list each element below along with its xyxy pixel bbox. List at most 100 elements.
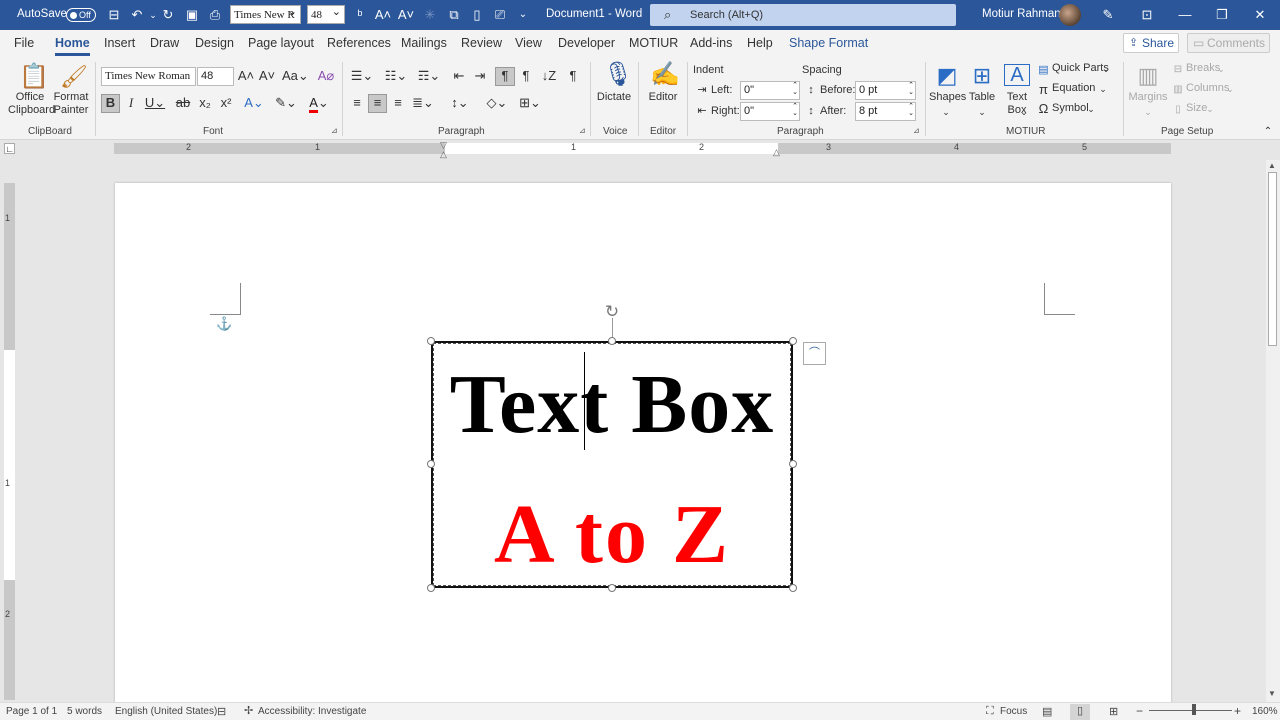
read-mode-icon[interactable]: ▤: [1042, 705, 1052, 718]
comments-button[interactable]: Comments: [1187, 33, 1270, 53]
shapes-dropdown-icon[interactable]: ⌄: [940, 104, 952, 120]
tab-shape-format[interactable]: Shape Format: [789, 36, 868, 50]
tab-view[interactable]: View: [515, 36, 542, 50]
numbering-icon[interactable]: ☷⌄: [382, 68, 410, 84]
resize-handle-right[interactable]: [789, 460, 797, 468]
strikethrough-icon[interactable]: ab: [174, 95, 192, 111]
scroll-down-icon[interactable]: ▼: [1268, 689, 1276, 698]
bullets-icon[interactable]: ☰⌄: [349, 68, 375, 84]
tab-design[interactable]: Design: [195, 36, 234, 50]
resize-handle-bottom-left[interactable]: [427, 584, 435, 592]
tab-add-ins[interactable]: Add-ins: [690, 36, 732, 50]
tab-file[interactable]: File: [14, 36, 34, 50]
quick-parts-dropdown-icon[interactable]: ⌄: [1101, 61, 1111, 77]
underline-icon[interactable]: U⌄: [144, 95, 166, 111]
font-dialog-launcher-icon[interactable]: ⊿: [331, 126, 340, 135]
restore-icon[interactable]: ❐: [1213, 6, 1231, 24]
left-indent-marker[interactable]: △: [440, 149, 447, 160]
decrease-indent-icon[interactable]: ⇤: [451, 68, 467, 84]
rtl-icon[interactable]: ¶: [518, 68, 534, 84]
collapse-ribbon-icon[interactable]: ⌃: [1262, 124, 1274, 140]
share-button[interactable]: Share: [1123, 33, 1179, 53]
tab-insert[interactable]: Insert: [104, 36, 135, 50]
shading-icon[interactable]: ◇⌄: [483, 95, 511, 111]
shrink-font-icon[interactable]: A˅: [397, 6, 415, 24]
zoom-out-icon[interactable]: −: [1136, 704, 1143, 718]
sort-icon[interactable]: ↓Z: [540, 68, 558, 84]
ltr-icon[interactable]: ¶: [495, 67, 515, 86]
justify-icon[interactable]: ≣⌄: [410, 95, 436, 111]
tab-mailings[interactable]: Mailings: [401, 36, 447, 50]
zoom-level[interactable]: 160%: [1252, 706, 1278, 717]
language[interactable]: English (United States): [115, 706, 217, 717]
text-box-line-1[interactable]: Text Box: [431, 355, 793, 455]
clear-formatting-icon[interactable]: A⌀: [317, 68, 335, 84]
qat-font-name[interactable]: Times New R: [230, 2, 301, 24]
tab-help[interactable]: Help: [747, 36, 773, 50]
line-spacing-icon[interactable]: ↕⌄: [446, 95, 474, 111]
web-layout-icon[interactable]: ⊞: [1109, 705, 1118, 718]
focus-button[interactable]: Focus: [1000, 706, 1027, 717]
zoom-in-icon[interactable]: +: [1234, 704, 1241, 718]
user-name[interactable]: Motiur Rahman: [982, 8, 1061, 20]
tab-draw[interactable]: Draw: [150, 36, 179, 50]
multilevel-list-icon[interactable]: ☶⌄: [415, 68, 443, 84]
word-count[interactable]: 5 words: [67, 706, 102, 717]
print-preview-icon[interactable]: ⎚: [491, 6, 509, 24]
ribbon-display-icon[interactable]: ⊡: [1138, 6, 1156, 24]
text-box-dropdown-icon[interactable]: ⌄: [1018, 104, 1030, 120]
font-color-icon[interactable]: A⌄: [305, 95, 333, 113]
redo-icon[interactable]: ↻: [159, 6, 177, 24]
tab-motiur[interactable]: MOTIUR: [629, 36, 678, 50]
text-effects-icon[interactable]: A⌄: [240, 95, 268, 111]
tab-home[interactable]: Home: [55, 36, 90, 56]
highlight-icon[interactable]: ✎⌄: [272, 95, 300, 111]
minimize-icon[interactable]: —: [1176, 6, 1194, 24]
align-left-icon[interactable]: ≡: [349, 95, 365, 111]
tab-developer[interactable]: Developer: [558, 36, 615, 50]
pen-icon[interactable]: ✎: [1099, 6, 1117, 24]
paragraph-dialog-launcher-icon[interactable]: ⊿: [579, 126, 588, 135]
avatar[interactable]: [1059, 4, 1081, 26]
shapes-button[interactable]: Shapes: [929, 91, 966, 104]
resize-handle-top-right[interactable]: [789, 337, 797, 345]
subscript-icon[interactable]: x₂: [197, 95, 213, 111]
layout-options-icon[interactable]: ⌒: [803, 342, 826, 365]
resize-handle-left[interactable]: [427, 460, 435, 468]
resize-handle-bottom-right[interactable]: [789, 584, 797, 592]
search-box[interactable]: ⌕ Search (Alt+Q): [650, 4, 956, 26]
paragraph-layout-launcher-icon[interactable]: ⊿: [913, 126, 922, 135]
right-indent-marker[interactable]: △: [773, 147, 780, 158]
resize-handle-bottom[interactable]: [608, 584, 616, 592]
resize-handle-top-left[interactable]: [427, 337, 435, 345]
customize-qat-icon[interactable]: ⌄: [514, 6, 532, 24]
new-doc-icon[interactable]: ▯: [468, 6, 486, 24]
scrollbar-thumb[interactable]: [1268, 172, 1277, 346]
text-box-line-2[interactable]: A to Z: [431, 485, 793, 585]
editor-button[interactable]: Editor: [646, 91, 680, 104]
paste-format-icon[interactable]: ᵇ: [351, 6, 369, 24]
spacing-before-input[interactable]: 0 pt: [855, 81, 916, 100]
table-button[interactable]: Table: [966, 91, 998, 104]
scroll-up-icon[interactable]: ▲: [1268, 161, 1276, 170]
resize-handle-top[interactable]: [608, 337, 616, 345]
borders-icon[interactable]: ⊞⌄: [516, 95, 544, 111]
save-icon[interactable]: ▣: [183, 6, 201, 24]
font-name-box[interactable]: Times New Roman: [101, 67, 196, 86]
indent-left-input[interactable]: 0": [740, 81, 800, 100]
accessibility-status[interactable]: Accessibility: Investigate: [258, 706, 366, 717]
grow-font-icon[interactable]: A˄: [374, 6, 392, 24]
print-layout-icon[interactable]: ▯: [1070, 704, 1090, 720]
italic-icon[interactable]: I: [124, 95, 138, 111]
tab-review[interactable]: Review: [461, 36, 502, 50]
page-count[interactable]: Page 1 of 1: [6, 706, 57, 717]
equation-dropdown-icon[interactable]: ⌄: [1098, 81, 1108, 97]
change-case-icon[interactable]: Aa⌄: [282, 68, 309, 84]
autosave-toggle[interactable]: Off: [66, 8, 96, 22]
symbol-dropdown-icon[interactable]: ⌄: [1086, 101, 1096, 117]
tab-references[interactable]: References: [327, 36, 391, 50]
office-clipboard-button[interactable]: Office Clipboard: [8, 91, 55, 117]
table-dropdown-icon[interactable]: ⌄: [976, 104, 988, 120]
copy-icon[interactable]: ⧉: [445, 6, 463, 24]
indent-right-input[interactable]: 0": [740, 102, 800, 121]
